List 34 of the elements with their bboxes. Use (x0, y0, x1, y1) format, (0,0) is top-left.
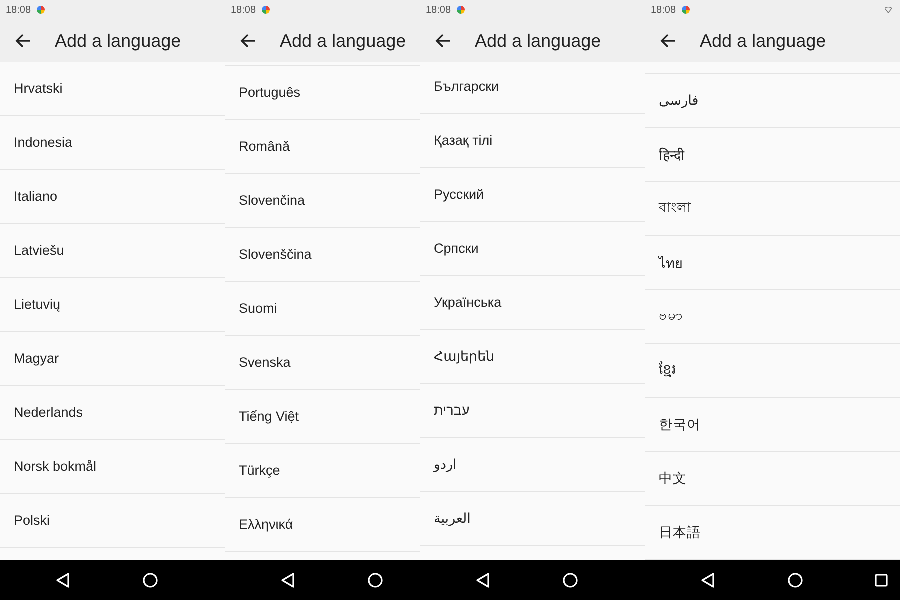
home-icon[interactable] (788, 572, 803, 588)
language-item[interactable]: 한국어 (645, 398, 900, 452)
wifi-icon (885, 7, 892, 13)
status-time: 18:08 (651, 4, 676, 16)
language-item[interactable]: हिन्दी (645, 128, 900, 182)
language-item[interactable]: বাংলা (645, 182, 900, 236)
language-item[interactable]: ไทย (645, 236, 900, 290)
recents-icon[interactable] (875, 574, 888, 586)
app-notification-icon (682, 6, 690, 14)
home-icon[interactable] (368, 572, 383, 588)
back-arrow-icon[interactable] (240, 33, 256, 49)
app-notification-icon (37, 6, 46, 14)
back-icon[interactable] (281, 572, 295, 588)
screen-title: Add a language (280, 30, 406, 52)
back-arrow-icon[interactable] (15, 33, 31, 49)
home-icon[interactable] (143, 572, 158, 588)
back-arrow-icon[interactable] (660, 33, 676, 49)
status-time: 18:08 (6, 4, 32, 16)
app-notification-icon (457, 6, 466, 14)
back-icon[interactable] (56, 572, 70, 588)
language-item[interactable]: فارسی (645, 73, 900, 128)
status-time: 18:08 (426, 4, 452, 16)
language-item[interactable]: ဗမာ (645, 290, 900, 344)
status-time: 18:08 (231, 4, 256, 16)
screen-title: Add a language (55, 30, 182, 52)
back-icon[interactable] (476, 572, 490, 588)
screen-title: Add a language (475, 30, 602, 52)
language-item[interactable]: 中文 (645, 452, 900, 506)
app-notification-icon (262, 6, 270, 14)
home-icon[interactable] (563, 572, 578, 588)
screen-title: Add a language (700, 30, 826, 52)
back-arrow-icon[interactable] (435, 33, 451, 49)
back-icon[interactable] (701, 572, 715, 588)
language-item[interactable]: ខ្មែរ (645, 344, 900, 398)
